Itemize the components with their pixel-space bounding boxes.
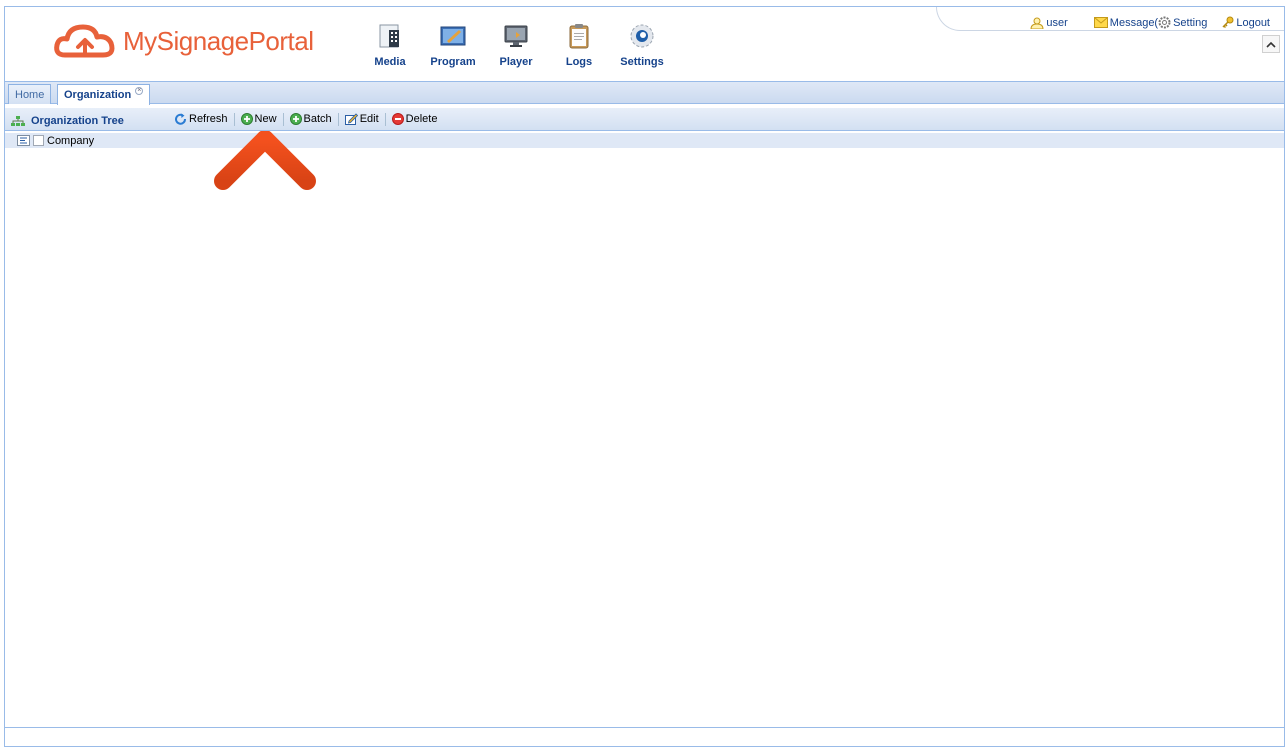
header: MySignagePortal Media Program Player Log… <box>5 7 1284 79</box>
add-icon <box>289 113 302 125</box>
logout-label: Logout <box>1236 16 1270 29</box>
refresh-icon <box>175 113 186 125</box>
user-name: user <box>1046 16 1068 29</box>
brand-name-part: Signage <box>156 25 249 56</box>
nav-settings[interactable]: Settings <box>612 21 672 68</box>
brand-name-part: My <box>123 25 157 56</box>
user-links: user Message( Setting Logout <box>1016 16 1270 29</box>
edit-icon <box>344 113 358 125</box>
chevron-up-icon <box>1266 41 1276 48</box>
brand-logo[interactable]: MySignagePortal <box>53 21 314 61</box>
player-icon <box>501 21 531 51</box>
toolbar: Organization Tree Refresh New Batch Edit… <box>5 108 1284 131</box>
edit-label: Edit <box>359 113 379 125</box>
message-label: Message( <box>1109 16 1159 29</box>
key-icon <box>1222 16 1234 29</box>
nav-label: Logs <box>565 56 593 68</box>
batch-label: Batch <box>303 113 332 125</box>
tab-organization[interactable]: Organization × <box>57 84 151 105</box>
tree-node-label[interactable]: Company <box>47 135 94 147</box>
nav-player[interactable]: Player <box>486 21 546 68</box>
footer-divider <box>5 727 1284 728</box>
nav-media[interactable]: Media <box>360 21 420 68</box>
panel-title: Organization Tree <box>11 115 171 127</box>
new-button[interactable]: New <box>238 113 280 125</box>
nav-program[interactable]: Program <box>423 21 483 68</box>
brand-name-part: Portal <box>248 25 314 56</box>
cloud-logo-icon <box>54 24 115 58</box>
header-decoration <box>936 7 966 31</box>
delete-icon <box>391 113 404 125</box>
tab-label: Organization <box>64 89 132 101</box>
annotation-arrow-icon <box>214 131 316 228</box>
main-nav: Media Program Player Logs Settings <box>360 21 675 68</box>
tab-label: Home <box>15 88 45 101</box>
setting-link[interactable]: Setting <box>1158 16 1207 29</box>
toolbar-separator <box>384 112 386 126</box>
gear-icon <box>1158 16 1171 29</box>
logout-link[interactable]: Logout <box>1221 16 1270 29</box>
program-icon <box>438 21 468 51</box>
app-frame: MySignagePortal Media Program Player Log… <box>4 6 1285 747</box>
refresh-button[interactable]: Refresh <box>171 113 231 126</box>
nav-logs[interactable]: Logs <box>549 21 609 68</box>
batch-button[interactable]: Batch <box>287 113 335 125</box>
nav-label: Program <box>430 56 476 68</box>
collapse-node-icon[interactable] <box>17 135 30 146</box>
tree-icon <box>11 115 25 126</box>
settings-icon <box>627 21 657 51</box>
tab-home[interactable]: Home <box>8 84 52 104</box>
nav-label: Player <box>499 56 533 68</box>
new-label: New <box>254 113 277 125</box>
panel-title-text: Organization Tree <box>31 115 124 127</box>
tab-bar: Home Organization × <box>5 81 1284 105</box>
media-icon <box>375 21 405 51</box>
message-link[interactable]: Message( <box>1093 16 1159 29</box>
nav-label: Settings <box>620 56 664 68</box>
node-checkbox[interactable] <box>33 135 44 146</box>
refresh-label: Refresh <box>189 113 228 125</box>
setting-label: Setting <box>1173 16 1208 29</box>
close-tab-icon[interactable]: × <box>135 87 144 95</box>
mail-icon <box>1093 17 1108 28</box>
add-icon <box>240 113 253 125</box>
header-decoration-line <box>966 30 1284 31</box>
nav-label: Media <box>374 56 406 68</box>
delete-button[interactable]: Delete <box>389 113 441 125</box>
tree-node-company[interactable]: Company <box>5 133 1284 148</box>
brand-name: MySignagePortal <box>123 26 314 57</box>
toolbar-separator <box>282 112 284 126</box>
delete-label: Delete <box>405 113 438 125</box>
edit-button[interactable]: Edit <box>342 113 382 125</box>
toolbar-separator <box>233 112 235 126</box>
user-link[interactable]: user <box>1030 16 1068 29</box>
collapse-header-button[interactable] <box>1262 35 1280 53</box>
toolbar-separator <box>337 112 339 126</box>
logs-icon <box>564 21 594 51</box>
user-icon <box>1030 17 1044 29</box>
